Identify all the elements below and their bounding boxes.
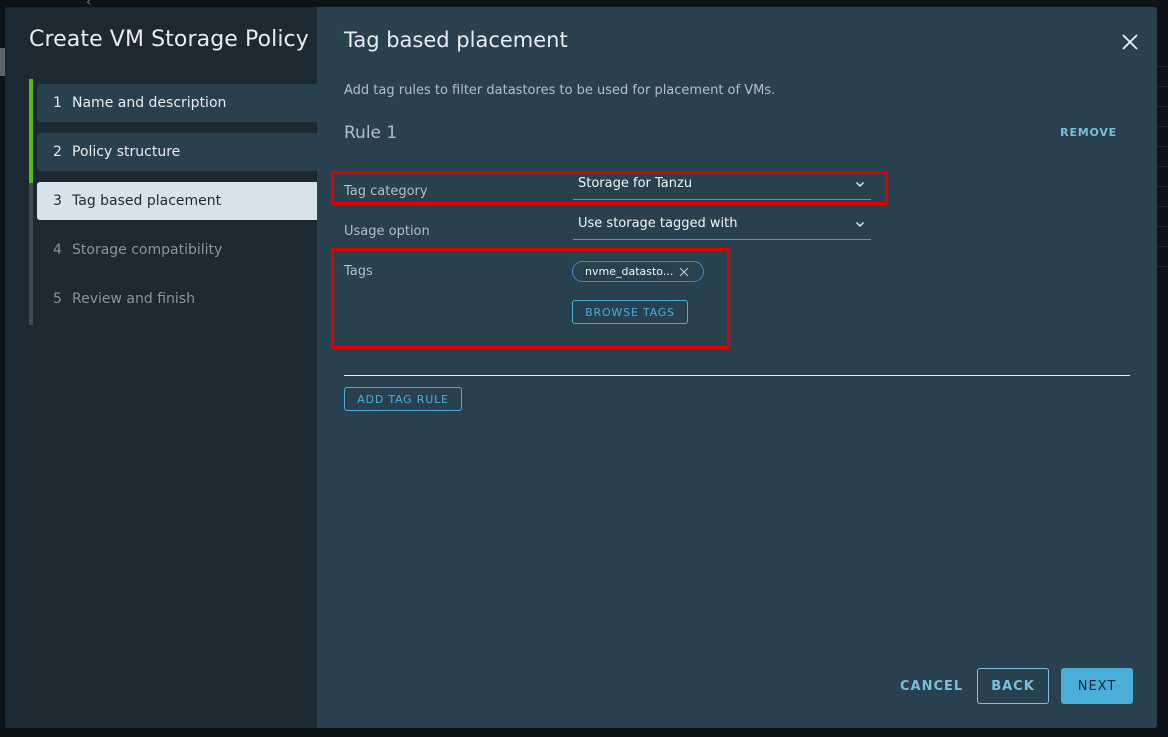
- close-icon: [1122, 34, 1138, 50]
- remove-tag-icon[interactable]: [679, 267, 689, 277]
- wizard-sidebar: Create VM Storage Policy 1 Name and desc…: [5, 7, 317, 728]
- tag-chip: nvme_datasto...: [572, 261, 704, 282]
- steps-progress-completed: [29, 79, 33, 183]
- wizard-content: Tag based placement Add tag rules to fil…: [317, 7, 1157, 728]
- wizard-step-name-and-description[interactable]: 1 Name and description: [37, 84, 317, 122]
- step-number: 1: [53, 95, 62, 111]
- usage-option-select[interactable]: Use storage tagged with: [573, 214, 871, 240]
- browse-tags-button[interactable]: BROWSE TAGS: [572, 300, 688, 324]
- wizard-title: Create VM Storage Policy: [29, 27, 309, 52]
- page-title: Tag based placement: [344, 28, 568, 52]
- add-tag-rule-button[interactable]: ADD TAG RULE: [344, 387, 462, 411]
- rule-divider: [344, 375, 1130, 376]
- chevron-down-icon: [856, 181, 864, 187]
- rule-title: Rule 1: [344, 123, 398, 143]
- close-button[interactable]: [1121, 33, 1139, 51]
- wizard-step-review-and-finish: 5 Review and finish: [37, 280, 317, 318]
- create-vm-storage-policy-dialog: Create VM Storage Policy 1 Name and desc…: [5, 7, 1157, 728]
- usage-option-label: Usage option: [344, 224, 430, 239]
- tag-category-select[interactable]: Storage for Tanzu: [573, 174, 871, 200]
- remove-rule-button[interactable]: REMOVE: [1060, 126, 1117, 139]
- wizard-step-policy-structure[interactable]: 2 Policy structure: [37, 133, 317, 171]
- step-number: 2: [53, 144, 62, 160]
- step-number: 5: [53, 291, 62, 307]
- chevron-down-icon: [856, 221, 864, 227]
- step-label: Review and finish: [72, 291, 195, 307]
- wizard-step-tag-based-placement[interactable]: 3 Tag based placement: [37, 182, 317, 220]
- step-number: 4: [53, 242, 62, 258]
- step-label: Tag based placement: [72, 193, 222, 209]
- tag-chip-label: nvme_datasto...: [585, 265, 674, 278]
- back-button[interactable]: BACK: [977, 668, 1049, 704]
- step-label: Storage compatibility: [72, 242, 223, 258]
- step-number: 3: [53, 193, 62, 209]
- step-label: Name and description: [72, 95, 227, 111]
- wizard-step-storage-compatibility: 4 Storage compatibility: [37, 231, 317, 269]
- page-description: Add tag rules to filter datastores to be…: [344, 83, 776, 98]
- tags-label: Tags: [344, 264, 373, 279]
- tag-category-label: Tag category: [344, 184, 428, 199]
- background-list-fragment: [1157, 66, 1168, 296]
- tag-category-value: Storage for Tanzu: [578, 176, 693, 191]
- usage-option-value: Use storage tagged with: [578, 216, 738, 231]
- cancel-button[interactable]: CANCEL: [900, 679, 963, 694]
- step-label: Policy structure: [72, 144, 181, 160]
- next-button[interactable]: NEXT: [1061, 668, 1133, 704]
